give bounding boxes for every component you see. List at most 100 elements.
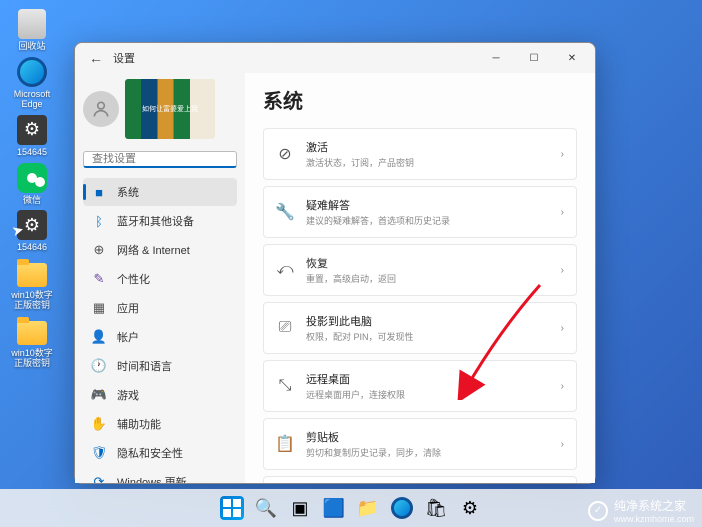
nav-icon: ✎ [91, 271, 107, 287]
watermark: 纯净系统之家 www.kzmhome.com [588, 497, 694, 524]
card-subtitle: 建议的疑难解答，首选项和历史记录 [306, 214, 549, 227]
nav-item-7[interactable]: 🎮 游戏 [83, 381, 237, 409]
recycle-bin-icon [18, 9, 46, 39]
nav-label: 隐私和安全性 [117, 445, 183, 461]
start-button[interactable] [217, 493, 247, 523]
nav-icon: ■ [91, 184, 107, 200]
settings-window: ← 设置 ─ ☐ ✕ 如何让富婆爱上我 🔍 ■ 系统 ᛒ 蓝牙和其他设备 ⊕ 网络 & I… [74, 42, 596, 484]
chevron-right-icon: › [561, 207, 564, 218]
nav-label: 辅助功能 [117, 416, 161, 432]
nav-icon: ⊕ [91, 242, 107, 258]
card-title: 疑难解答 [306, 197, 549, 213]
settings-card-1[interactable]: 🔧 疑难解答建议的疑难解答，首选项和历史记录 › [263, 186, 577, 238]
main-panel: 系统 ⊘ 激活激活状态，订阅，产品密钥 › 🔧 疑难解答建议的疑难解答，首选项和历史记录… [245, 73, 595, 483]
chevron-right-icon: › [561, 381, 564, 392]
watermark-url: www.kzmhome.com [614, 514, 694, 524]
nav-icon: ✋ [91, 416, 107, 432]
taskbar-taskview[interactable]: ▣ [285, 493, 315, 523]
nav-item-6[interactable]: 🕐 时间和语言 [83, 352, 237, 380]
card-icon: ⤺ [276, 261, 294, 279]
nav-item-9[interactable]: 🛡 隐私和安全性 [83, 439, 237, 467]
taskbar-widgets[interactable]: 🟦 [319, 493, 349, 523]
window-title: 设置 [113, 50, 135, 66]
nav-label: 个性化 [117, 271, 150, 287]
card-title: 投影到此电脑 [306, 313, 549, 329]
wechat-icon [17, 163, 47, 193]
maximize-button[interactable]: ☐ [515, 44, 553, 72]
card-icon: 🔧 [276, 203, 294, 221]
settings-card-6[interactable]: ⓘ关于设备规格，重命名电脑，Windows 规格› [263, 476, 577, 483]
taskbar-explorer[interactable]: 📁 [353, 493, 383, 523]
desktop-icon-wechat[interactable]: 微信 [8, 162, 56, 206]
card-subtitle: 权限，配对 PIN，可发现性 [306, 330, 549, 343]
card-title: 激活 [306, 139, 549, 155]
nav-label: 网络 & Internet [117, 242, 190, 258]
taskbar-search[interactable]: 🔍 [251, 493, 281, 523]
desktop-icons: 回收站 Microsoft Edge ⚙154645 微信 ⚙154646 wi… [8, 8, 56, 369]
card-subtitle: 剪切和复制历史记录，同步，清除 [306, 446, 549, 459]
back-button[interactable]: ← [89, 50, 103, 66]
nav-item-3[interactable]: ✎ 个性化 [83, 265, 237, 293]
nav-label: 游戏 [117, 387, 139, 403]
nav-icon: 🛡 [91, 445, 107, 461]
nav-item-0[interactable]: ■ 系统 [83, 178, 237, 206]
card-icon: 📋 [276, 435, 294, 453]
nav-item-1[interactable]: ᛒ 蓝牙和其他设备 [83, 207, 237, 235]
desktop-icon-recycle[interactable]: 回收站 [8, 8, 56, 52]
books-image: 如何让富婆爱上我 [125, 79, 215, 139]
watermark-brand: 纯净系统之家 [614, 497, 694, 514]
nav-item-5[interactable]: 👤帐户 [83, 323, 237, 351]
search-box[interactable]: 🔍 [83, 151, 237, 168]
page-title: 系统 [263, 85, 577, 114]
nav-icon: 👤 [91, 329, 107, 345]
desktop-icon-folder2[interactable]: win10数字正版密钥 [8, 315, 56, 369]
gear-icon: ⚙ [17, 115, 47, 145]
titlebar: ← 设置 ─ ☐ ✕ [75, 43, 595, 73]
chevron-right-icon: › [561, 149, 564, 160]
taskbar-settings[interactable]: ⚙ [455, 493, 485, 523]
close-button[interactable]: ✕ [553, 44, 591, 72]
watermark-badge-icon [588, 501, 608, 521]
taskbar-store[interactable]: 🛍 [421, 493, 451, 523]
nav-item-10[interactable]: ⟳Windows 更新 [83, 468, 237, 483]
nav-item-2[interactable]: ⊕ 网络 & Internet [83, 236, 237, 264]
edge-icon [17, 57, 47, 87]
card-title: 剪贴板 [306, 429, 549, 445]
settings-card-3[interactable]: ⎚ 投影到此电脑权限，配对 PIN，可发现性 › [263, 302, 577, 354]
nav-label: 系统 [117, 184, 139, 200]
settings-card-2[interactable]: ⤺恢复重置，高级启动，返回› [263, 244, 577, 296]
card-icon: ⤡ [276, 377, 294, 395]
desktop-icon-app1[interactable]: ⚙154645 [8, 114, 56, 158]
search-input[interactable] [84, 153, 242, 165]
settings-card-0[interactable]: ⊘ 激活激活状态，订阅，产品密钥 › [263, 128, 577, 180]
folder-icon [17, 263, 47, 287]
taskbar-edge[interactable] [387, 493, 417, 523]
nav-label: 应用 [117, 300, 139, 316]
edge-icon [391, 497, 413, 519]
nav-icon: 🕐 [91, 358, 107, 374]
settings-card-5[interactable]: 📋 剪贴板剪切和复制历史记录，同步，清除 › [263, 418, 577, 470]
chevron-right-icon: › [561, 439, 564, 450]
user-header[interactable]: 如何让富婆爱上我 [83, 79, 237, 139]
card-icon: ⊘ [276, 145, 294, 163]
nav-icon: ⟳ [91, 474, 107, 483]
nav-item-4[interactable]: ▦应用 [83, 294, 237, 322]
desktop-icon-edge[interactable]: Microsoft Edge [8, 56, 56, 110]
card-subtitle: 重置，高级启动，返回 [306, 272, 549, 285]
nav-label: 蓝牙和其他设备 [117, 213, 194, 229]
minimize-button[interactable]: ─ [477, 44, 515, 72]
nav-label: 时间和语言 [117, 358, 172, 374]
settings-card-4[interactable]: ⤡ 远程桌面远程桌面用户，连接权限 › [263, 360, 577, 412]
chevron-right-icon: › [561, 323, 564, 334]
avatar-icon [83, 91, 119, 127]
card-icon: ⎚ [276, 319, 294, 337]
nav-icon: ᛒ [91, 213, 107, 229]
chevron-right-icon: › [561, 265, 564, 276]
nav-icon: 🎮 [91, 387, 107, 403]
desktop-icon-folder1[interactable]: win10数字正版密钥 [8, 257, 56, 311]
card-subtitle: 激活状态，订阅，产品密钥 [306, 156, 549, 169]
card-subtitle: 远程桌面用户，连接权限 [306, 388, 549, 401]
nav-item-8[interactable]: ✋ 辅助功能 [83, 410, 237, 438]
sidebar: 如何让富婆爱上我 🔍 ■ 系统 ᛒ 蓝牙和其他设备 ⊕ 网络 & Internet ✎ 个性化… [75, 73, 245, 483]
card-title: 远程桌面 [306, 371, 549, 387]
